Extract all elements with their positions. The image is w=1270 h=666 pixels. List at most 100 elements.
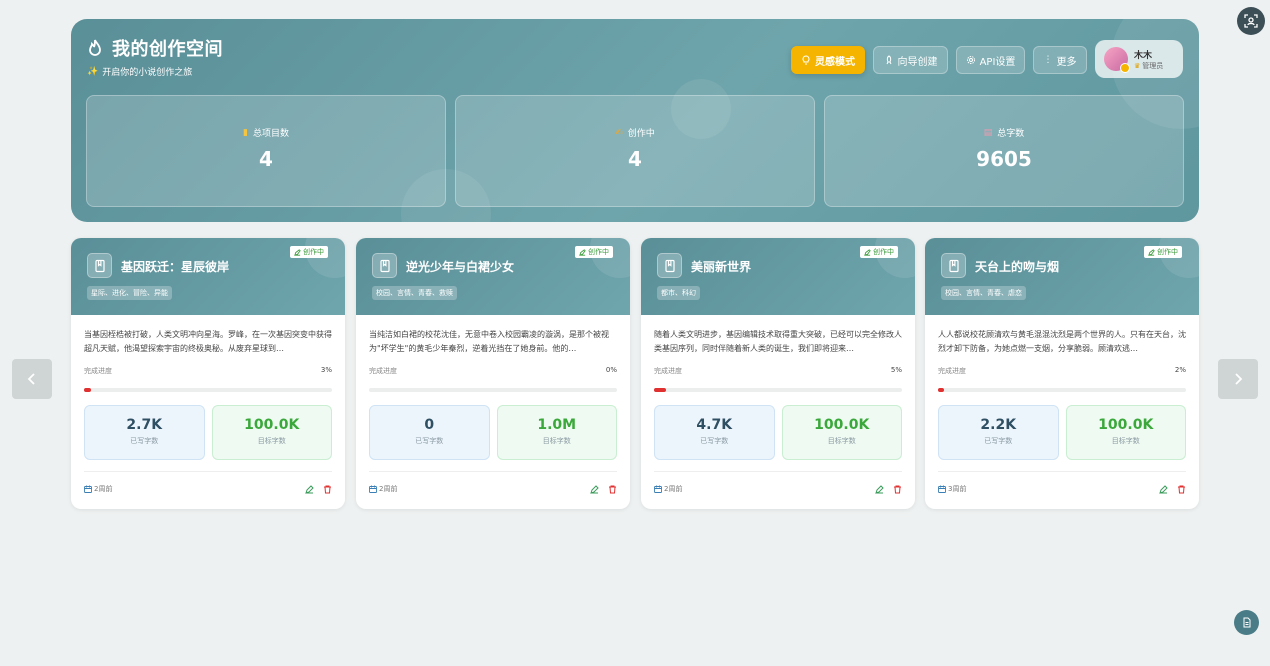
stat-total-words: ▤ 总字数 9605 bbox=[824, 95, 1184, 207]
updated-date: 2周前 bbox=[84, 484, 112, 494]
user-role: ♛ 管理员 bbox=[1134, 61, 1163, 71]
progress-percent: 5% bbox=[890, 366, 902, 374]
written-words-box: 0 已写字数 bbox=[369, 405, 490, 460]
written-words-value: 4.7K bbox=[696, 417, 733, 433]
progress-percent: 0% bbox=[605, 366, 617, 374]
edit-icon[interactable] bbox=[1159, 484, 1168, 494]
written-words-box: 2.7K 已写字数 bbox=[84, 405, 205, 460]
page-title-text: 我的创作空间 bbox=[112, 39, 223, 60]
stat-value: 9605 bbox=[976, 147, 1032, 171]
status-text: 创作中 bbox=[588, 248, 609, 256]
project-card[interactable]: 创作中 基因跃迁：星辰彼岸 星际、进化、冒险、异能 当基因桎梏被打破，人类文明冲… bbox=[71, 238, 345, 509]
project-title[interactable]: 美丽新世界 bbox=[691, 258, 751, 275]
memo-icon: ▤ bbox=[983, 127, 993, 138]
project-title[interactable]: 逆光少年与白裙少女 bbox=[406, 258, 514, 275]
stat-total-projects: ▮ 总项目数 4 bbox=[86, 95, 446, 207]
page-title: 我的创作空间 bbox=[86, 35, 223, 61]
updated-date-text: 3周前 bbox=[948, 485, 967, 493]
avatar bbox=[1104, 47, 1130, 73]
status-badge: 创作中 bbox=[290, 246, 328, 258]
flame-icon bbox=[89, 39, 101, 56]
inspiration-mode-button[interactable]: 灵感模式 bbox=[791, 46, 865, 74]
writing-hand-icon: ✍ bbox=[615, 127, 623, 138]
target-words-value: 100.0K bbox=[244, 417, 300, 433]
crown-icon: ♛ bbox=[1134, 61, 1141, 70]
carousel-next-button[interactable] bbox=[1218, 359, 1258, 399]
project-title[interactable]: 天台上的吻与烟 bbox=[975, 258, 1059, 275]
scan-icon[interactable] bbox=[1237, 7, 1265, 35]
progress-bar bbox=[938, 388, 1186, 392]
updated-date: 3周前 bbox=[938, 484, 966, 494]
stat-label: 总项目数 bbox=[252, 129, 289, 139]
document-fab-button[interactable] bbox=[1234, 610, 1259, 635]
more-button[interactable]: ⋮ 更多 bbox=[1033, 46, 1087, 74]
project-description: 当基因桎梏被打破，人类文明冲向星海。罗峰，在一次基因突变中获得超凡天赋，他渴望探… bbox=[84, 330, 332, 353]
project-card[interactable]: 创作中 逆光少年与白裙少女 校园、言情、青春、救赎 当纯洁如白裙的校花沈佳，无意… bbox=[356, 238, 630, 509]
progress-fill bbox=[654, 388, 667, 392]
book-icon bbox=[657, 253, 682, 278]
pencil-icon bbox=[1148, 248, 1155, 256]
inspiration-mode-label: 灵感模式 bbox=[815, 56, 855, 68]
delete-icon[interactable] bbox=[1177, 485, 1186, 494]
project-tags: 星际、进化、冒险、异能 bbox=[87, 286, 172, 300]
written-words-label: 已写字数 bbox=[984, 437, 1013, 445]
target-words-box: 100.0K 目标字数 bbox=[1065, 405, 1186, 460]
status-badge: 创作中 bbox=[860, 246, 898, 258]
progress-row: 完成进度 5% bbox=[641, 366, 915, 376]
books-icon: ▮ bbox=[243, 127, 248, 138]
book-icon bbox=[941, 253, 966, 278]
status-badge: 创作中 bbox=[575, 246, 613, 258]
api-settings-button[interactable]: API设置 bbox=[956, 46, 1025, 74]
workspace-header: 我的创作空间 ✨ 开启你的小说创作之旅 灵感模式 向导创建 API设置 ⋮ 更多… bbox=[71, 19, 1199, 222]
updated-date-text: 2周前 bbox=[664, 485, 683, 493]
updated-date-text: 2周前 bbox=[379, 485, 398, 493]
api-settings-label: API设置 bbox=[979, 56, 1016, 68]
written-words-label: 已写字数 bbox=[415, 437, 444, 445]
edit-icon[interactable] bbox=[305, 484, 314, 494]
more-vertical-icon: ⋮ bbox=[1043, 55, 1053, 65]
project-tags: 校园、言情、青春、救赎 bbox=[372, 286, 457, 300]
chevron-right-icon bbox=[1235, 373, 1243, 385]
edit-icon[interactable] bbox=[875, 484, 884, 494]
edit-icon[interactable] bbox=[590, 484, 599, 494]
stat-in-progress: ✍ 创作中 4 bbox=[455, 95, 815, 207]
admin-badge-icon bbox=[1120, 63, 1130, 73]
project-tags: 都市、科幻 bbox=[657, 286, 700, 300]
written-words-value: 0 bbox=[424, 417, 435, 433]
updated-date: 2周前 bbox=[369, 484, 397, 494]
updated-date-text: 2周前 bbox=[94, 485, 113, 493]
stat-label: 总字数 bbox=[997, 129, 1025, 139]
card-footer: 2周前 bbox=[84, 471, 332, 494]
sparkles-icon: ✨ bbox=[87, 66, 99, 77]
project-card[interactable]: 创作中 美丽新世界 都市、科幻 随着人类文明进步，基因编辑技术取得重大突破，已经… bbox=[641, 238, 915, 509]
user-menu[interactable]: 木木 ♛ 管理员 bbox=[1095, 40, 1183, 78]
target-words-label: 目标字数 bbox=[257, 437, 286, 445]
target-words-label: 目标字数 bbox=[1111, 437, 1140, 445]
project-title[interactable]: 基因跃迁：星辰彼岸 bbox=[121, 258, 229, 275]
target-words-box: 1.0M 目标字数 bbox=[496, 405, 617, 460]
stat-value: 4 bbox=[259, 147, 273, 171]
target-words-value: 100.0K bbox=[1098, 417, 1154, 433]
project-card-header: 创作中 美丽新世界 都市、科幻 bbox=[641, 238, 915, 315]
written-words-box: 2.2K 已写字数 bbox=[938, 405, 1059, 460]
pencil-icon bbox=[864, 248, 871, 256]
status-text: 创作中 bbox=[873, 248, 894, 256]
chevron-left-icon bbox=[27, 373, 35, 385]
calendar-icon bbox=[369, 485, 377, 493]
delete-icon[interactable] bbox=[608, 485, 617, 494]
project-card[interactable]: 创作中 天台上的吻与烟 校园、言情、青春、虐恋 人人都说校花顾清欢与黄毛混混沈烈… bbox=[925, 238, 1199, 509]
delete-icon[interactable] bbox=[893, 485, 902, 494]
progress-row: 完成进度 3% bbox=[71, 366, 345, 376]
wizard-create-button[interactable]: 向导创建 bbox=[873, 46, 948, 74]
progress-percent: 2% bbox=[1174, 366, 1186, 374]
word-stats: 2.7K 已写字数 100.0K 目标字数 bbox=[71, 405, 345, 460]
pencil-icon bbox=[294, 248, 301, 256]
card-footer: 2周前 bbox=[654, 471, 902, 494]
calendar-icon bbox=[654, 485, 662, 493]
delete-icon[interactable] bbox=[323, 485, 332, 494]
status-text: 创作中 bbox=[303, 248, 324, 256]
progress-label: 完成进度 bbox=[938, 367, 966, 375]
progress-bar bbox=[369, 388, 617, 392]
word-stats: 4.7K 已写字数 100.0K 目标字数 bbox=[641, 405, 915, 460]
carousel-prev-button[interactable] bbox=[12, 359, 52, 399]
